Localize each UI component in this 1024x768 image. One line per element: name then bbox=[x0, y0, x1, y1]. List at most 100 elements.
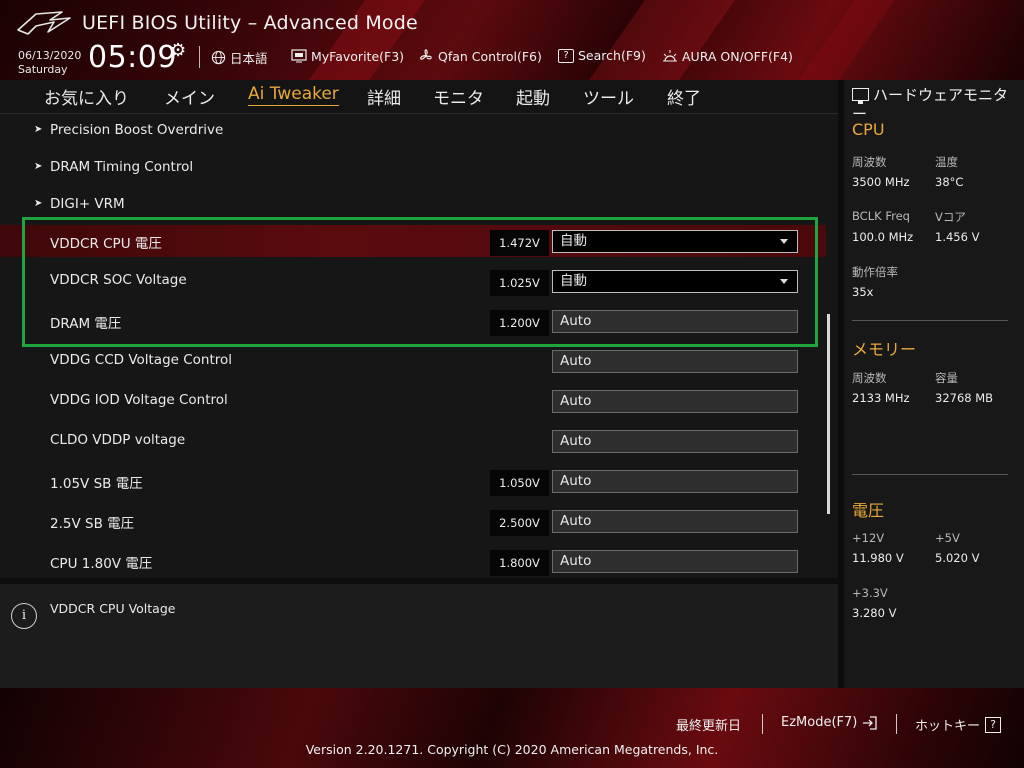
vddg-ccd-input[interactable]: Auto bbox=[552, 350, 798, 373]
tab-advanced[interactable]: 詳細 bbox=[367, 84, 401, 109]
myfavorite-button[interactable]: MyFavorite(F3) bbox=[291, 48, 404, 64]
myfavorite-icon bbox=[291, 48, 307, 64]
help-text: VDDCR CPU Voltage bbox=[50, 601, 176, 616]
submenu-precision-boost-overdrive[interactable]: ➤ Precision Boost Overdrive bbox=[0, 115, 826, 147]
scrollbar[interactable] bbox=[827, 314, 830, 514]
cpu-temp-label: 温度 bbox=[935, 155, 958, 169]
cpu-freq-label: 周波数 bbox=[852, 155, 887, 169]
aura-button[interactable]: AURA ON/OFF(F4) bbox=[662, 48, 793, 64]
vcore-value: 1.456 V bbox=[935, 230, 980, 244]
tab-ai-tweaker[interactable]: Ai Tweaker bbox=[248, 84, 339, 106]
v5-label: +5V bbox=[935, 531, 960, 545]
footer-divider bbox=[896, 714, 897, 734]
setting-label: DRAM Timing Control bbox=[50, 159, 194, 175]
aura-icon bbox=[662, 48, 678, 64]
current-voltage: 1.800V bbox=[490, 550, 549, 576]
date-text: 06/13/2020 bbox=[18, 49, 82, 62]
hardware-monitor-panel: ハードウェアモニター CPU 周波数 温度 3500 MHz 38°C BCLK… bbox=[844, 80, 1024, 688]
cpu-180v-input[interactable]: Auto bbox=[552, 550, 798, 573]
vcore-label: Vコア bbox=[935, 210, 966, 224]
aura-label: AURA ON/OFF(F4) bbox=[682, 48, 793, 64]
globe-icon bbox=[210, 50, 226, 66]
hotkeys-button[interactable]: ホットキー ? bbox=[915, 715, 1002, 734]
tab-boot[interactable]: 起動 bbox=[516, 84, 550, 109]
setting-label: VDDG CCD Voltage Control bbox=[50, 352, 233, 368]
header-divider bbox=[199, 46, 200, 68]
sb-105v-input[interactable]: Auto bbox=[552, 470, 798, 493]
memory-section-title: メモリー bbox=[852, 340, 917, 359]
vddcr-soc-select[interactable]: 自動 bbox=[552, 270, 798, 293]
submenu-arrow-icon: ➤ bbox=[34, 161, 43, 172]
setting-row-25v-sb[interactable]: 2.5V SB 電圧 2.500V Auto bbox=[0, 505, 826, 537]
bclk-label: BCLK Freq bbox=[852, 209, 910, 223]
search-button[interactable]: ? Search(F9) bbox=[558, 48, 646, 63]
v33-value: 3.280 V bbox=[852, 606, 897, 620]
day-text: Saturday bbox=[18, 63, 68, 76]
vddg-iod-input[interactable]: Auto bbox=[552, 390, 798, 413]
v12-label: +12V bbox=[852, 531, 885, 545]
mem-freq-value: 2133 MHz bbox=[852, 391, 910, 405]
dram-voltage-input[interactable]: Auto bbox=[552, 310, 798, 333]
current-voltage: 1.200V bbox=[490, 310, 549, 336]
cldo-vddp-input[interactable]: Auto bbox=[552, 430, 798, 453]
fan-icon bbox=[418, 48, 434, 64]
current-voltage: 1.050V bbox=[490, 470, 549, 496]
section-divider bbox=[852, 474, 1008, 475]
chevron-down-icon bbox=[780, 239, 788, 244]
setting-row-vddcr-cpu[interactable]: VDDCR CPU 電圧 1.472V 自動 bbox=[0, 225, 826, 257]
select-value: 自動 bbox=[560, 273, 587, 289]
submenu-dram-timing-control[interactable]: ➤ DRAM Timing Control bbox=[0, 152, 826, 184]
exit-icon bbox=[862, 715, 878, 730]
setting-row-dram-voltage[interactable]: DRAM 電圧 1.200V Auto bbox=[0, 305, 826, 337]
cpu-section-title: CPU bbox=[852, 120, 885, 139]
footer-bar: 最終更新日 EzMode(F7) ホットキー ? Version 2.20.12… bbox=[0, 688, 1024, 768]
version-text: Version 2.20.1271. Copyright (C) 2020 Am… bbox=[305, 742, 719, 757]
setting-label: CLDO VDDP voltage bbox=[50, 432, 186, 448]
search-label: Search(F9) bbox=[578, 48, 646, 63]
setting-row-cldo-vddp[interactable]: CLDO VDDP voltage Auto bbox=[0, 425, 826, 457]
setting-row-vddg-iod[interactable]: VDDG IOD Voltage Control Auto bbox=[0, 385, 826, 417]
submenu-digi-vrm[interactable]: ➤ DIGI+ VRM bbox=[0, 189, 826, 221]
setting-label: DIGI+ VRM bbox=[50, 196, 125, 212]
qfan-control-button[interactable]: Qfan Control(F6) bbox=[418, 48, 542, 64]
current-voltage: 2.500V bbox=[490, 510, 549, 536]
mem-freq-label: 周波数 bbox=[852, 371, 887, 385]
tab-tool[interactable]: ツール bbox=[583, 84, 634, 109]
app-title: UEFI BIOS Utility – Advanced Mode bbox=[82, 12, 418, 34]
cpu-temp-value: 38°C bbox=[935, 175, 964, 189]
help-panel: i VDDCR CPU Voltage bbox=[0, 578, 838, 688]
tab-exit[interactable]: 終了 bbox=[667, 84, 701, 109]
language-label: 日本語 bbox=[230, 51, 268, 66]
mem-cap-value: 32768 MB bbox=[935, 391, 994, 405]
gear-icon[interactable]: ⚙ bbox=[170, 40, 186, 61]
setting-row-cpu-180v[interactable]: CPU 1.80V 電圧 1.800V Auto bbox=[0, 545, 826, 577]
hotkeys-label: ホットキー bbox=[915, 719, 981, 734]
voltage-section-title: 電圧 bbox=[852, 501, 885, 520]
menu-tabs: お気に入り メイン Ai Tweaker 詳細 モニタ 起動 ツール 終了 bbox=[0, 80, 838, 114]
setting-row-vddcr-soc[interactable]: VDDCR SOC Voltage 1.025V 自動 bbox=[0, 265, 826, 297]
language-button[interactable]: 日本語 bbox=[210, 48, 268, 67]
setting-row-vddg-ccd[interactable]: VDDG CCD Voltage Control Auto bbox=[0, 345, 826, 377]
current-voltage: 1.025V bbox=[490, 270, 549, 296]
info-icon: i bbox=[11, 603, 37, 629]
setting-label: VDDCR SOC Voltage bbox=[50, 272, 187, 288]
select-value: 自動 bbox=[560, 233, 587, 249]
sb-25v-input[interactable]: Auto bbox=[552, 510, 798, 533]
mem-cap-label: 容量 bbox=[935, 371, 958, 385]
bclk-value: 100.0 MHz bbox=[852, 230, 914, 244]
myfavorite-label: MyFavorite(F3) bbox=[311, 48, 405, 64]
tab-monitor[interactable]: モニタ bbox=[433, 84, 484, 109]
settings-list: ➤ Precision Boost Overdrive ➤ DRAM Timin… bbox=[0, 114, 838, 578]
setting-label: 1.05V SB 電圧 bbox=[50, 476, 143, 492]
tab-main[interactable]: メイン bbox=[164, 84, 215, 109]
vddcr-cpu-select[interactable]: 自動 bbox=[552, 230, 798, 253]
tab-favorites[interactable]: お気に入り bbox=[44, 84, 129, 109]
question-icon: ? bbox=[558, 48, 574, 63]
setting-row-105v-sb[interactable]: 1.05V SB 電圧 1.050V Auto bbox=[0, 465, 826, 497]
date-display: 06/13/2020 Saturday bbox=[18, 49, 81, 77]
ezmode-button[interactable]: EzMode(F7) bbox=[781, 715, 878, 730]
hw-monitor-title-text: ハードウェアモニター bbox=[852, 86, 1009, 123]
last-modified-button[interactable]: 最終更新日 bbox=[676, 715, 741, 734]
ezmode-label: EzMode(F7) bbox=[781, 715, 858, 730]
chevron-down-icon bbox=[780, 279, 788, 284]
